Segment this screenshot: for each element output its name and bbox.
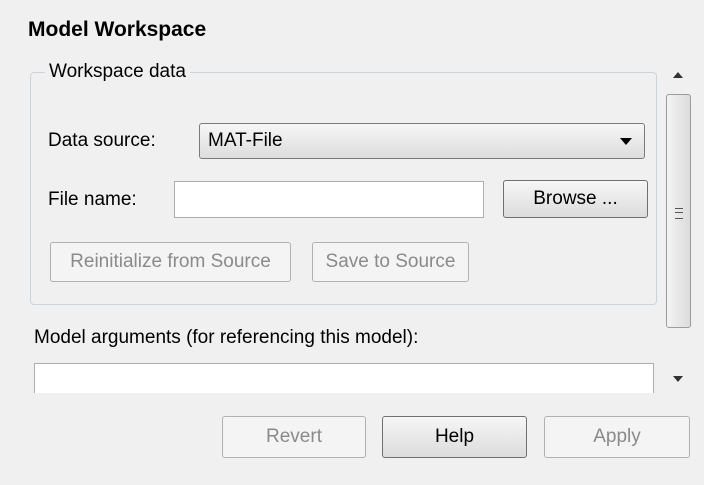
file-name-input[interactable]: [174, 181, 484, 218]
scrollbar-thumb[interactable]: [666, 94, 691, 328]
page-title: Model Workspace: [28, 18, 207, 41]
workspace-scroll-panel: Workspace data Data source: MAT-File Fil…: [20, 60, 664, 393]
scroll-down-arrow-icon[interactable]: [673, 376, 683, 382]
file-name-label: File name:: [48, 189, 137, 210]
workspace-data-group-label: Workspace data: [45, 61, 190, 83]
help-button[interactable]: Help: [382, 416, 527, 458]
browse-button[interactable]: Browse ...: [503, 180, 648, 218]
vertical-scrollbar[interactable]: [664, 60, 694, 393]
data-source-label: Data source:: [48, 130, 156, 151]
workspace-data-group: Workspace data Data source: MAT-File Fil…: [30, 61, 657, 305]
revert-button[interactable]: Revert: [222, 416, 366, 458]
apply-button[interactable]: Apply: [544, 416, 690, 458]
save-to-source-button[interactable]: Save to Source: [312, 242, 469, 282]
grip-icon: [675, 208, 683, 219]
chevron-down-icon: [620, 138, 632, 145]
data-source-dropdown[interactable]: MAT-File: [199, 123, 645, 159]
model-arguments-label: Model arguments (for referencing this mo…: [34, 327, 419, 348]
model-arguments-input[interactable]: [34, 363, 654, 393]
data-source-value: MAT-File: [208, 130, 283, 151]
reinitialize-from-source-button[interactable]: Reinitialize from Source: [50, 242, 291, 282]
scroll-up-arrow-icon[interactable]: [673, 72, 683, 78]
